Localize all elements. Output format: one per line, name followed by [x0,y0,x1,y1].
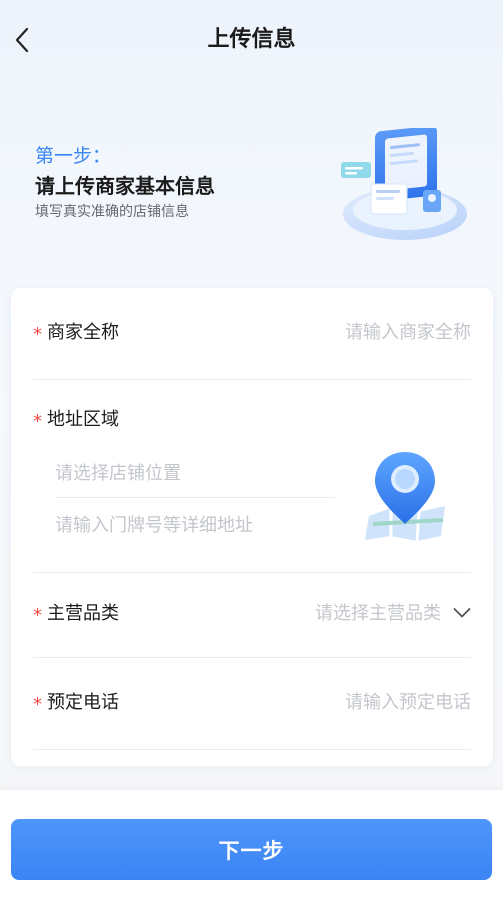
divider [33,749,471,750]
map-pin-icon[interactable] [361,446,451,541]
step-title: 请上传商家基本信息 [35,174,215,198]
divider [33,657,471,658]
address-row: * 地址区域 请选择店铺位置 请输入门牌号等详细地址 [33,406,471,572]
page-title: 上传信息 [207,27,296,52]
phone-row[interactable]: * 预定电话 请输入预定电话 [33,689,471,745]
required-mark: * [33,324,42,345]
step-label: 第一步： [35,145,112,167]
header: 上传信息 [0,0,503,82]
address-label: 地址区域 [47,409,119,430]
merchant-name-label: 商家全称 [47,322,119,343]
document-upload-illustration [341,128,467,240]
bottom-bar: 下一步 [0,790,503,897]
address-detail-input[interactable]: 请输入门牌号等详细地址 [55,512,335,540]
chevron-down-icon[interactable] [453,607,471,619]
required-mark: * [33,411,42,432]
divider [55,497,335,498]
category-select[interactable]: 请选择主营品类 [315,600,441,628]
merchant-name-input[interactable]: 请输入商家全称 [345,319,471,347]
next-step-button[interactable]: 下一步 [11,819,492,880]
required-mark: * [33,694,42,715]
phone-input[interactable]: 请输入预定电话 [345,689,471,717]
category-label: 主营品类 [47,603,119,624]
store-location-select[interactable]: 请选择店铺位置 [55,460,335,488]
phone-label: 预定电话 [47,692,119,713]
step-description: 填写真实准确的店铺信息 [35,204,189,220]
required-mark: * [33,605,42,626]
merchant-form: * 商家全称 请输入商家全称 * 地址区域 请选择店铺位置 请输入门牌号等详细地… [11,288,493,766]
merchant-name-row[interactable]: * 商家全称 请输入商家全称 [33,319,471,381]
category-row[interactable]: * 主营品类 请选择主营品类 [33,600,471,656]
divider [33,379,471,380]
divider [33,572,471,573]
intro-section: 第一步： 请上传商家基本信息 填写真实准确的店铺信息 [35,143,335,222]
